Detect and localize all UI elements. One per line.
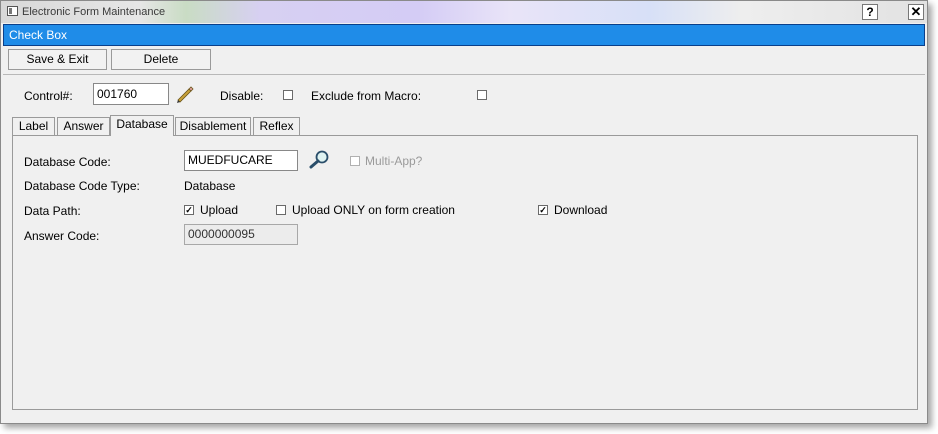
tab-disablement[interactable]: Disablement — [175, 117, 251, 135]
magnifier-icon[interactable] — [308, 149, 332, 169]
pencil-icon[interactable] — [174, 84, 194, 104]
answer-code-field: 0000000095 — [184, 224, 298, 245]
database-code-type-label: Database Code Type: — [24, 179, 140, 193]
title-bar[interactable]: Electronic Form Maintenance ? ✕ — [1, 1, 927, 23]
control-number-field[interactable]: 001760 — [93, 83, 169, 105]
database-code-label: Database Code: — [24, 155, 111, 169]
toolbar-divider — [3, 74, 925, 75]
tab-label[interactable]: Label — [12, 117, 55, 135]
tab-database[interactable]: Database — [110, 115, 174, 136]
data-path-label: Data Path: — [24, 204, 81, 218]
exclude-from-macro-label: Exclude from Macro: — [311, 89, 422, 103]
form-header-bar: Check Box — [3, 24, 925, 46]
save-exit-button[interactable]: Save & Exit — [8, 49, 107, 70]
window-title: Electronic Form Maintenance — [22, 6, 166, 18]
upload-label: Upload — [200, 203, 239, 217]
exclude-from-macro-checkbox[interactable] — [477, 90, 487, 100]
database-code-field[interactable]: MUEDFUCARE — [184, 150, 298, 171]
help-button[interactable]: ? — [862, 4, 878, 20]
database-tab-panel — [12, 135, 918, 410]
delete-button[interactable]: Delete — [111, 49, 211, 70]
disable-checkbox[interactable] — [283, 90, 293, 100]
database-code-type-value: Database — [184, 179, 236, 193]
upload-checkbox[interactable]: ✓ — [184, 205, 194, 215]
form-header-title: Check Box — [9, 28, 68, 42]
multi-app-label: Multi-App? — [365, 154, 423, 168]
tab-answer[interactable]: Answer — [57, 117, 110, 135]
control-number-label: Control#: — [24, 89, 73, 103]
download-label: Download — [554, 203, 608, 217]
close-button[interactable]: ✕ — [908, 4, 924, 20]
tab-reflex[interactable]: Reflex — [253, 117, 300, 135]
window-icon — [7, 6, 18, 16]
download-checkbox[interactable]: ✓ — [538, 205, 548, 215]
upload-only-on-creation-checkbox[interactable] — [276, 205, 286, 215]
electronic-form-maintenance-window: Electronic Form Maintenance ? ✕ Check Bo… — [0, 0, 928, 424]
upload-only-on-creation-label: Upload ONLY on form creation — [292, 203, 455, 217]
answer-code-label: Answer Code: — [24, 229, 100, 243]
multi-app-checkbox[interactable] — [350, 156, 360, 166]
disable-label: Disable: — [220, 89, 264, 103]
